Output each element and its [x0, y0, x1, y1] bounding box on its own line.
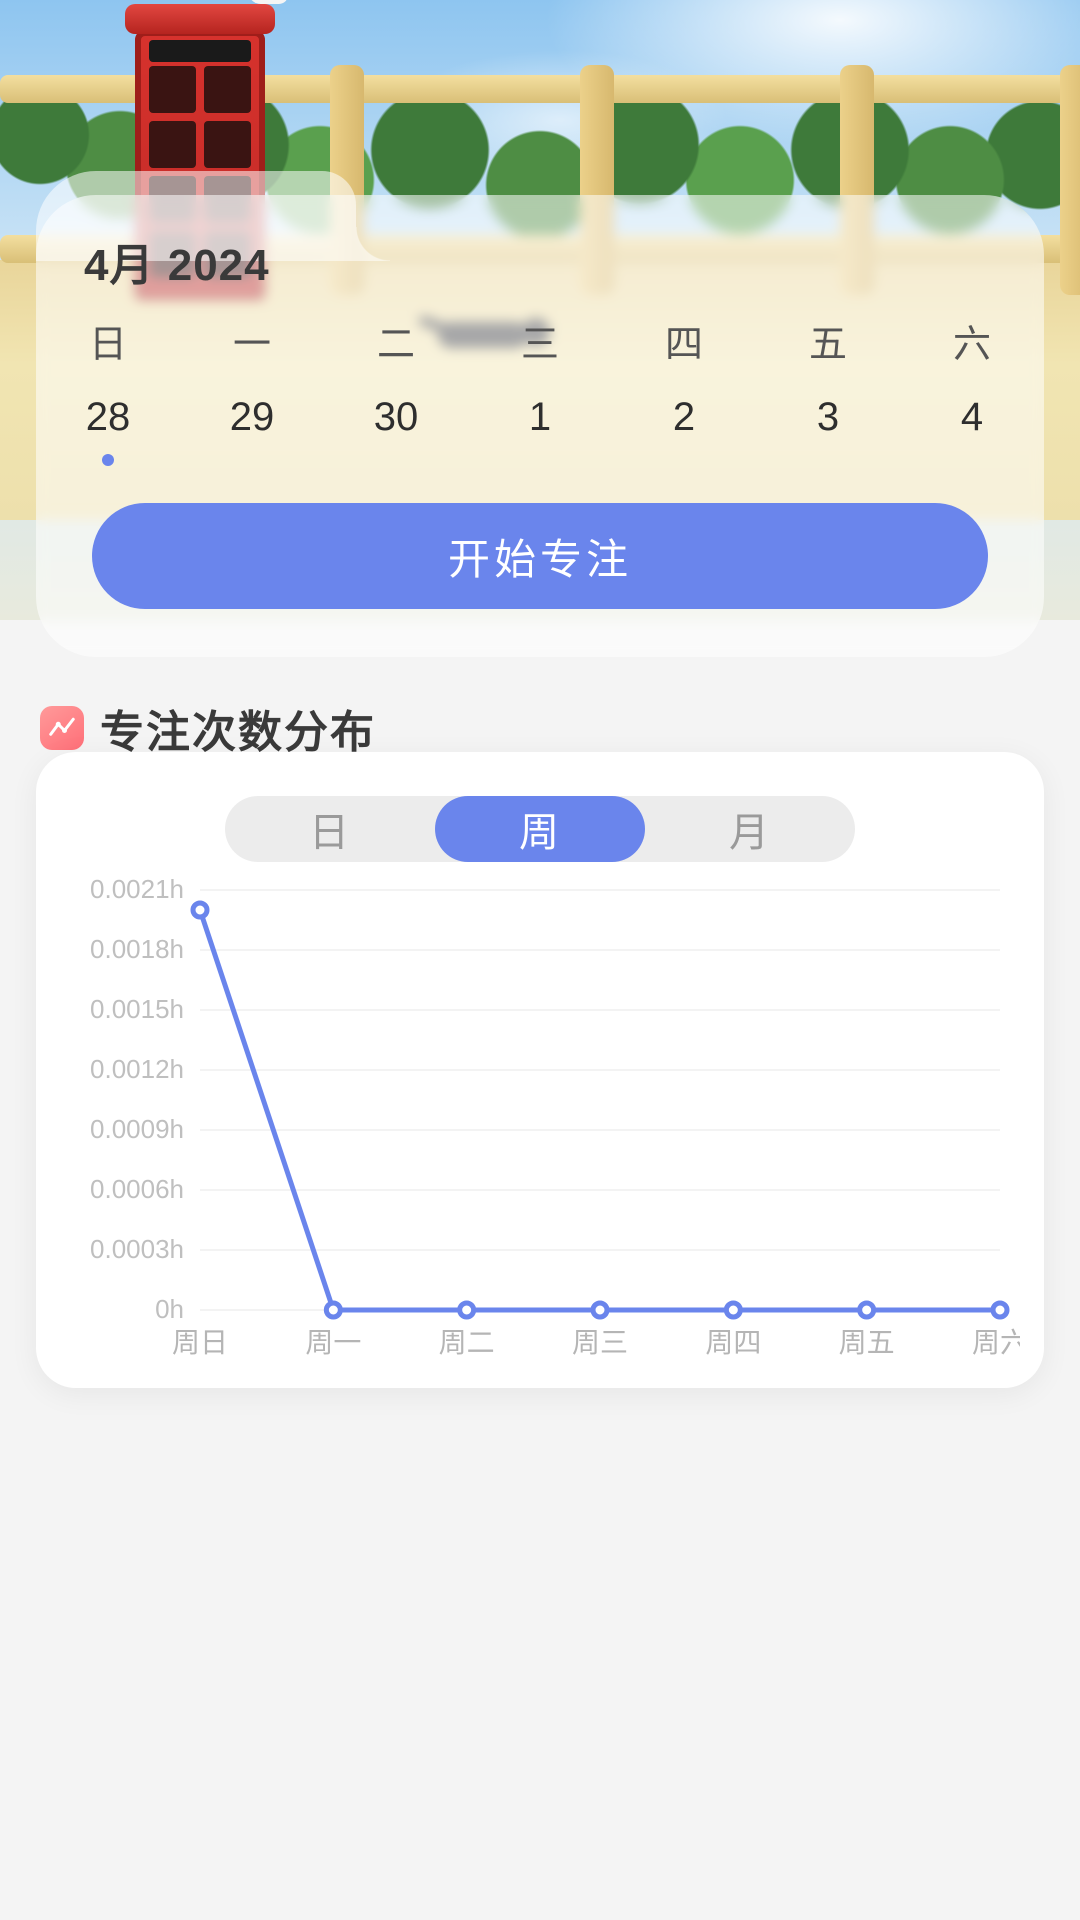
section-header: 专注次数分布 — [40, 696, 376, 760]
tab-day[interactable]: 日 — [225, 796, 435, 862]
weekday-fri: 五 — [756, 313, 900, 368]
svg-text:周五: 周五 — [839, 1327, 895, 1358]
svg-text:周三: 周三 — [572, 1327, 628, 1358]
svg-text:周六: 周六 — [972, 1327, 1020, 1358]
svg-text:0.0012h: 0.0012h — [90, 1054, 184, 1084]
weekday-sun: 日 — [36, 313, 180, 368]
weekday-row: 日 一 二 三 四 五 六 — [36, 313, 1044, 368]
section-title: 专注次数分布 — [100, 696, 376, 760]
svg-text:周一: 周一 — [305, 1327, 361, 1358]
day-cell-0[interactable]: 28 — [36, 395, 180, 440]
tab-week[interactable]: 周 — [435, 796, 645, 862]
svg-text:周二: 周二 — [439, 1327, 495, 1358]
month-label: 4月 — [84, 241, 154, 290]
month-year-label[interactable]: 4月 2024 — [84, 229, 270, 293]
tab-month[interactable]: 月 — [645, 796, 855, 862]
weekday-tue: 二 — [324, 313, 468, 368]
chart-svg: 0h 0.0003h 0.0006h 0.0009h 0.0012h 0.0015h 0.0… — [60, 876, 1020, 1366]
start-focus-button[interactable]: 开始专注 — [92, 503, 988, 609]
svg-text:0.0018h: 0.0018h — [90, 934, 184, 964]
day-row: 28 29 30 1 2 3 4 — [36, 395, 1044, 440]
svg-text:周四: 周四 — [705, 1327, 761, 1358]
day-cell-6[interactable]: 4 — [900, 395, 1044, 440]
day-cell-3[interactable]: 1 — [468, 395, 612, 440]
day-cell-4[interactable]: 2 — [612, 395, 756, 440]
svg-text:周日: 周日 — [172, 1327, 228, 1358]
calendar-card: 4月 2024 日 一 二 三 四 五 六 28 29 30 1 2 3 4 开… — [36, 195, 1044, 657]
seagull — [240, 0, 304, 4]
weekday-sat: 六 — [900, 313, 1044, 368]
weekday-thu: 四 — [612, 313, 756, 368]
weekday-wed: 三 — [468, 313, 612, 368]
svg-text:0.0003h: 0.0003h — [90, 1234, 184, 1264]
day-cell-1[interactable]: 29 — [180, 395, 324, 440]
day-cell-5[interactable]: 3 — [756, 395, 900, 440]
svg-text:0.0006h: 0.0006h — [90, 1174, 184, 1204]
svg-text:0.0015h: 0.0015h — [90, 994, 184, 1024]
svg-text:0h: 0h — [155, 1294, 184, 1324]
day-cell-2[interactable]: 30 — [324, 395, 468, 440]
line-chart-icon — [40, 706, 84, 750]
weekday-mon: 一 — [180, 313, 324, 368]
range-tabs: 日 周 月 — [225, 796, 855, 862]
year-label: 2024 — [168, 241, 270, 290]
svg-text:0.0009h: 0.0009h — [90, 1114, 184, 1144]
chart-area: 0h 0.0003h 0.0006h 0.0009h 0.0012h 0.0015h 0.0… — [60, 876, 1020, 1366]
svg-text:0.0021h: 0.0021h — [90, 876, 184, 904]
chart-card: 日 周 月 0h 0.0003h 0.0006h 0.0009h 0.0012h 0.00… — [36, 752, 1044, 1388]
